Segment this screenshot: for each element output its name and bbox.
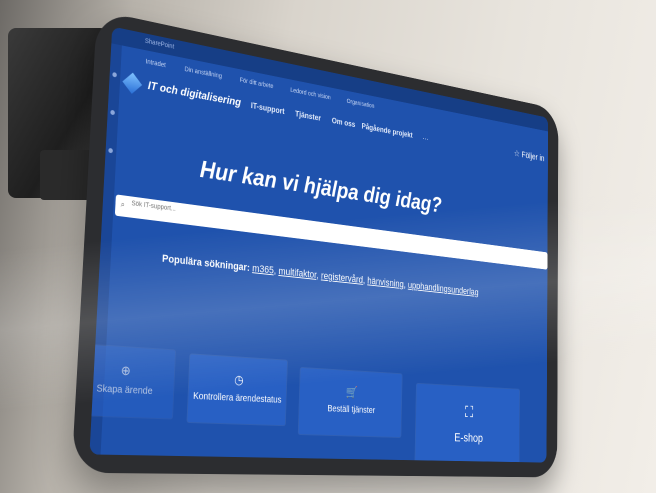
- suite-app-name[interactable]: SharePoint: [145, 38, 175, 50]
- header-nav-om-oss[interactable]: Om oss: [332, 116, 356, 129]
- tile-skapa-arende[interactable]: ⊕ Skapa ärende: [89, 344, 175, 419]
- hero-title: Hur kan vi hjälpa dig idag?: [199, 155, 441, 219]
- tile-label: Beställ tjänster: [299, 403, 401, 417]
- tile-kontrollera-arendestatus[interactable]: ◷ Kontrollera ärendestatus: [187, 354, 287, 425]
- clock-icon: ◷: [234, 372, 244, 388]
- photo-scene: SharePoint Intradet Din anställning För …: [0, 0, 656, 493]
- popular-link-m365[interactable]: m365: [252, 263, 274, 276]
- tablet-screen: SharePoint Intradet Din anställning För …: [89, 26, 548, 462]
- tile-label: E-shop: [416, 429, 519, 446]
- popular-searches: Populära sökningar: m365, multifaktor, r…: [162, 253, 479, 298]
- header-nav-tjanster[interactable]: Tjänster: [295, 109, 321, 122]
- tablet-frame: SharePoint Intradet Din anställning För …: [71, 10, 558, 477]
- follow-button[interactable]: ☆ Följer in: [514, 148, 545, 164]
- site-logo-icon[interactable]: [122, 73, 142, 94]
- search-icon: ⌕: [121, 200, 125, 210]
- tile-bestall-tjanster[interactable]: 🛒 Beställ tjänster: [299, 368, 402, 437]
- header-nav-it-support[interactable]: IT-support: [251, 101, 285, 116]
- bag-icon: ⛶: [465, 403, 473, 421]
- follow-label: Följer in: [522, 150, 545, 164]
- site-title[interactable]: IT och digitalisering: [148, 79, 242, 109]
- popular-link-registervard[interactable]: registervård: [321, 271, 363, 286]
- header-nav-pagaende-projekt[interactable]: Pågående projekt: [361, 122, 412, 140]
- rail-news-icon[interactable]: [108, 148, 113, 153]
- popular-searches-label: Populära sökningar:: [162, 253, 250, 274]
- rail-sites-icon[interactable]: [110, 110, 115, 116]
- tile-e-shop[interactable]: ⛶ E-shop: [415, 384, 519, 463]
- popular-link-multifaktor[interactable]: multifaktor: [278, 266, 316, 281]
- tile-label: Kontrollera ärendestatus: [188, 391, 286, 406]
- popular-link-upphandlingsunderlag[interactable]: upphandlingsunderlag: [408, 280, 479, 298]
- plus-icon: ⊕: [121, 363, 132, 379]
- cart-icon: 🛒: [346, 385, 358, 400]
- search-input[interactable]: [130, 199, 369, 239]
- more-nav-icon[interactable]: ···: [423, 134, 429, 143]
- tile-label: Skapa ärende: [89, 382, 173, 398]
- star-icon: ☆: [514, 149, 520, 159]
- popular-link-hanvisning[interactable]: hänvisning: [367, 276, 404, 290]
